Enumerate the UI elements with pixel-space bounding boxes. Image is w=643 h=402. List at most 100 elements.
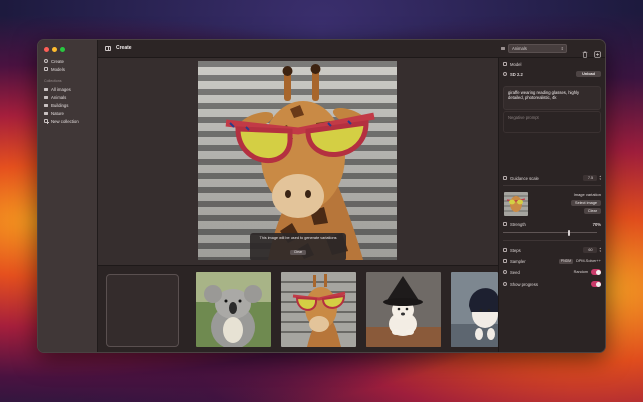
prompt-input[interactable]: giraffe wearing reading glasses, highly … (503, 86, 601, 110)
sidebar: Create Models Collections All images Ani… (38, 40, 98, 352)
sidebar-item-animals[interactable]: Animals (41, 93, 94, 101)
toolbar: Create Animals ⇕ (98, 40, 605, 58)
divider (503, 240, 601, 241)
koala-image (196, 272, 271, 347)
dog-hood-image (451, 272, 498, 347)
sidebar-item-nature[interactable]: Nature (41, 109, 94, 117)
folder-icon (44, 111, 48, 115)
thumbnail-dog-hood[interactable] (451, 272, 498, 347)
steps-row: Steps 60 ▴ ▾ (503, 246, 601, 254)
sidebar-group-label: Collections (44, 79, 62, 83)
giraffe-mini-image (504, 192, 528, 216)
strength-slider-knob[interactable] (567, 229, 570, 236)
strength-icon (503, 222, 507, 226)
steps-icon (503, 248, 507, 252)
cube-icon (44, 67, 48, 71)
guidance-label: Guidance scale (510, 175, 539, 181)
sliders-icon (503, 176, 507, 180)
sidebar-item-buildings[interactable]: Buildings (41, 101, 94, 109)
sidebar-item-label: Animals (51, 94, 67, 100)
empty-thumbnail-slot[interactable] (106, 274, 179, 347)
strength-row: Strength 70% (503, 220, 601, 228)
tooltip-text: This image will be used to generate vari… (259, 236, 337, 240)
guidance-row: Guidance scale 7.5 ▴ ▾ (503, 174, 601, 182)
progress-icon (503, 282, 507, 286)
sidebar-item-create[interactable]: Create (41, 57, 94, 65)
unload-button[interactable]: Unload (576, 71, 601, 77)
image-variation-section: Image variation Select image Clear (503, 190, 601, 218)
dog-witch-hat-image (366, 272, 441, 347)
folder-icon (44, 87, 48, 91)
sampler-chip[interactable]: PNDM (558, 258, 574, 264)
page-title: Create (116, 45, 132, 51)
stepper-arrows-icon[interactable]: ▴ ▾ (599, 175, 601, 181)
giraffe-image (281, 272, 356, 347)
sidebar-item-all-images[interactable]: All images (41, 85, 94, 93)
new-collection-label: New collection (51, 118, 79, 124)
negative-prompt-input[interactable]: Negative prompt (503, 111, 601, 133)
zoom-window-button[interactable] (60, 47, 65, 52)
trash-icon[interactable] (582, 45, 588, 58)
close-window-button[interactable] (44, 47, 49, 52)
select-image-button[interactable]: Select image (571, 200, 601, 206)
folder-icon (501, 46, 505, 50)
folder-icon (44, 103, 48, 107)
minimize-window-button[interactable] (52, 47, 57, 52)
sidebar-list: Create Models Collections All images Ani… (41, 57, 94, 125)
thumbnail-koala[interactable] (196, 272, 271, 347)
show-progress-toggle[interactable] (591, 281, 601, 287)
seed-icon (503, 270, 507, 274)
export-icon[interactable] (594, 45, 601, 58)
strength-label: Strength (510, 221, 526, 227)
sidebar-item-models[interactable]: Models (41, 65, 94, 73)
steps-label: Steps (510, 247, 521, 253)
toggle-sidebar-icon[interactable] (105, 46, 111, 51)
steps-stepper[interactable]: 60 ▴ ▾ (583, 247, 601, 253)
sampler-label: Sampler (510, 258, 526, 264)
new-collection-button[interactable]: New collection (41, 117, 94, 125)
strength-slider[interactable] (503, 229, 597, 236)
sampler-select[interactable]: DPM-Solver++ (576, 259, 601, 263)
window-controls (44, 47, 65, 52)
steps-value[interactable]: 60 (583, 247, 598, 253)
guidance-stepper[interactable]: 7.5 ▴ ▾ (583, 175, 601, 181)
seed-random-toggle[interactable] (591, 269, 601, 275)
sparkle-icon (44, 59, 48, 63)
generated-image-giraffe[interactable]: This image will be used to generate vari… (198, 61, 397, 260)
model-header-row: Model (503, 60, 601, 68)
collection-select[interactable]: Animals ⇕ (508, 44, 567, 53)
model-header: Model (510, 61, 522, 67)
folder-icon (44, 95, 48, 99)
thumbnail-strip (98, 265, 498, 352)
giraffe-illustration (225, 64, 375, 260)
sidebar-item-label: Create (51, 58, 64, 64)
divider (503, 185, 601, 186)
sidebar-item-label: Buildings (51, 102, 69, 108)
variation-tooltip: This image will be used to generate vari… (250, 233, 346, 260)
app-window: Create Models Collections All images Ani… (37, 39, 606, 353)
tooltip-clear-button[interactable]: Clear (289, 249, 307, 255)
seed-label: Seed (510, 269, 520, 275)
sidebar-item-label: Models (51, 66, 65, 72)
guidance-value[interactable]: 7.5 (583, 175, 598, 181)
seed-row: Seed Random (503, 268, 601, 276)
inspector-panel: Model SD 2.2 Unload giraffe wearing read… (498, 58, 605, 352)
clear-variation-button[interactable]: Clear (583, 208, 601, 214)
image-variation-label: Image variation (573, 192, 601, 197)
plus-icon (44, 119, 49, 124)
model-row: SD 2.2 Unload (503, 70, 601, 78)
seed-value[interactable]: Random (574, 270, 588, 274)
image-canvas: This image will be used to generate vari… (98, 58, 498, 265)
thumbnail-giraffe[interactable] (281, 272, 356, 347)
strength-value: 70% (592, 221, 601, 227)
cube-icon (503, 62, 507, 66)
sidebar-item-label: Nature (51, 110, 64, 116)
collection-select-value: Animals (512, 46, 527, 51)
stepper-arrows-icon[interactable]: ▴ ▾ (599, 247, 601, 253)
sampler-icon (503, 259, 507, 263)
chevron-updown-icon: ⇕ (560, 46, 564, 51)
thumbnail-dog-witch-hat[interactable] (366, 272, 441, 347)
model-status-icon (503, 72, 507, 76)
variation-source-thumbnail[interactable] (504, 192, 528, 216)
show-progress-label: Show progress (510, 281, 538, 287)
